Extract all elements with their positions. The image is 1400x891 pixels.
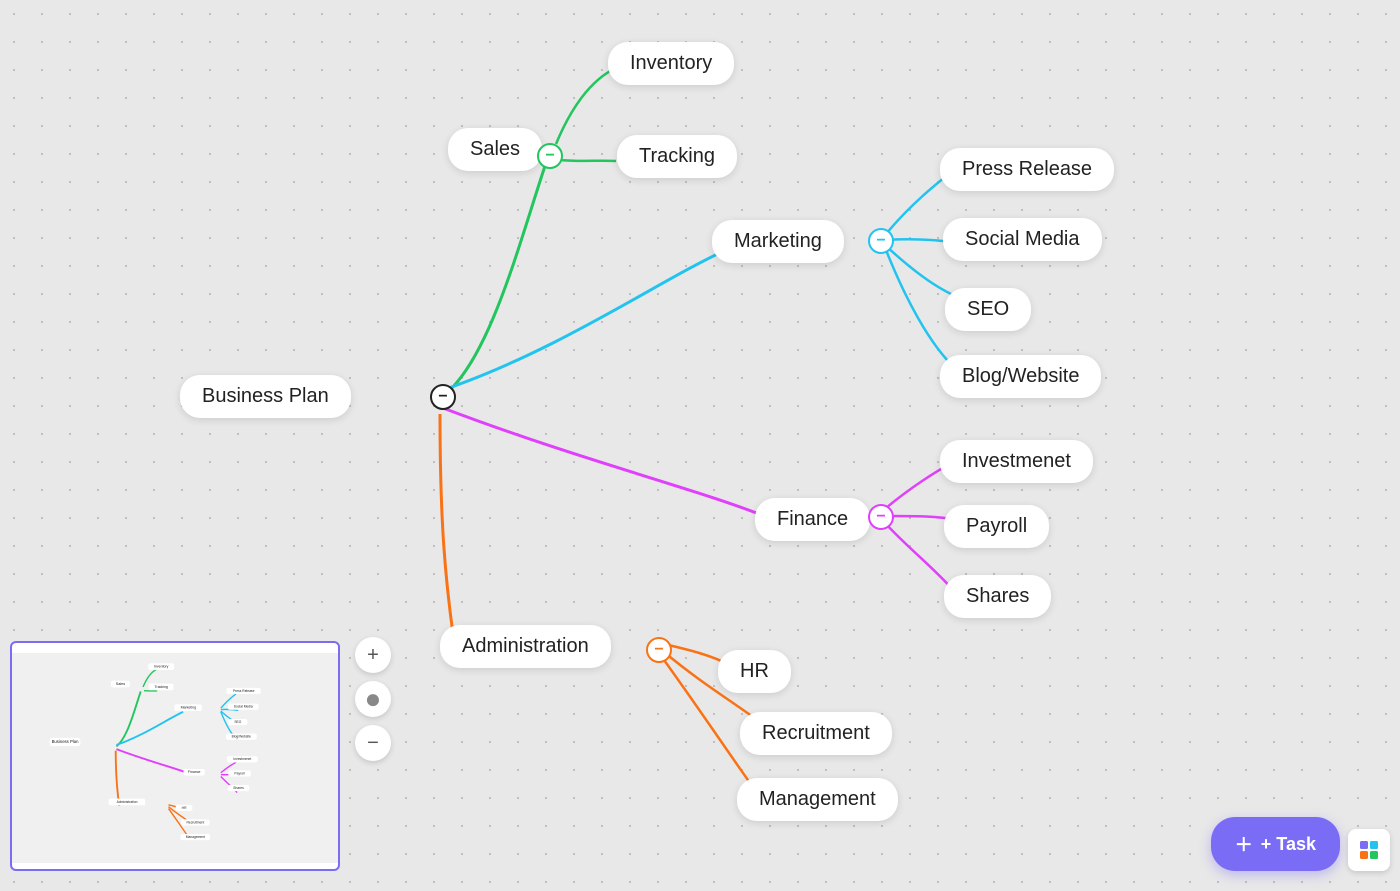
hr-node[interactable]: HR: [718, 650, 791, 693]
svg-text:Tracking: Tracking: [155, 685, 168, 689]
zoom-reset-button[interactable]: ●: [355, 681, 391, 717]
business-plan-circle[interactable]: −: [430, 384, 456, 410]
tracking-node[interactable]: Tracking: [617, 135, 737, 178]
svg-text:HR: HR: [182, 806, 187, 810]
svg-text:SEO: SEO: [234, 720, 241, 724]
svg-text:Payroll: Payroll: [234, 771, 244, 775]
shares-node[interactable]: Shares: [944, 575, 1051, 618]
administration-node[interactable]: Administration: [440, 625, 611, 668]
administration-circle[interactable]: −: [646, 637, 672, 663]
svg-text:Press Release: Press Release: [233, 689, 255, 693]
sales-circle[interactable]: −: [537, 143, 563, 169]
zoom-controls: + ● −: [355, 637, 391, 761]
investment-node[interactable]: Investmenet: [940, 440, 1093, 483]
zoom-out-button[interactable]: −: [355, 725, 391, 761]
svg-text:Management: Management: [186, 835, 205, 839]
grid-icon: [1358, 839, 1380, 861]
svg-text:Shares: Shares: [233, 786, 244, 790]
press-release-node[interactable]: Press Release: [940, 148, 1114, 191]
svg-text:Finance: Finance: [188, 770, 201, 774]
svg-text:Blog/Website: Blog/Website: [232, 735, 252, 739]
management-node[interactable]: Management: [737, 778, 898, 821]
blog-website-node[interactable]: Blog/Website: [940, 355, 1101, 398]
svg-text:Business Plan: Business Plan: [52, 739, 79, 744]
svg-text:Recruitment: Recruitment: [186, 820, 204, 824]
svg-text:Marketing: Marketing: [181, 706, 196, 710]
grid-view-button[interactable]: [1348, 829, 1390, 871]
add-task-button[interactable]: ＋ + Task: [1211, 817, 1340, 871]
finance-circle[interactable]: −: [868, 504, 894, 530]
sales-node[interactable]: Sales: [448, 128, 542, 171]
svg-text:Investmenet: Investmenet: [233, 757, 251, 761]
inventory-node[interactable]: Inventory: [608, 42, 734, 85]
minimap-svg: Business Plan Sales Inventory Tracking M…: [12, 643, 340, 871]
svg-text:Social Media: Social Media: [234, 705, 253, 709]
payroll-node[interactable]: Payroll: [944, 505, 1049, 548]
marketing-circle[interactable]: −: [868, 228, 894, 254]
minimap: Business Plan Sales Inventory Tracking M…: [10, 641, 340, 871]
social-media-node[interactable]: Social Media: [943, 218, 1102, 261]
recruitment-node[interactable]: Recruitment: [740, 712, 892, 755]
task-label: + Task: [1261, 834, 1316, 855]
svg-text:Administration: Administration: [117, 800, 138, 804]
finance-node[interactable]: Finance: [755, 498, 870, 541]
svg-text:Sales: Sales: [116, 682, 126, 686]
task-plus-icon: ＋: [1235, 831, 1253, 857]
marketing-node[interactable]: Marketing: [712, 220, 844, 263]
zoom-in-button[interactable]: +: [355, 637, 391, 673]
svg-text:Inventory: Inventory: [154, 665, 169, 669]
seo-node[interactable]: SEO: [945, 288, 1031, 331]
business-plan-node[interactable]: Business Plan: [180, 375, 351, 418]
